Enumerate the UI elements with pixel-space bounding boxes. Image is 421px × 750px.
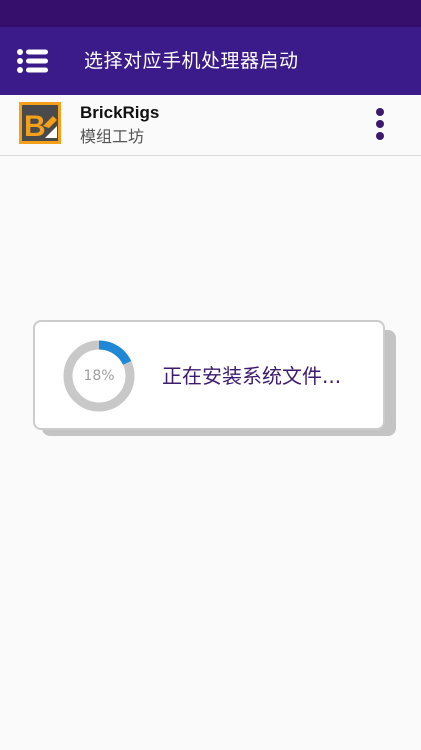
status-bar (0, 0, 421, 27)
more-vertical-icon (376, 108, 384, 140)
progress-percent: 18% (83, 368, 115, 384)
app-info-row[interactable]: B BrickRigs 模组工坊 (0, 95, 421, 156)
app-name: BrickRigs (80, 103, 160, 122)
menu-button[interactable] (14, 42, 52, 80)
svg-text:B: B (24, 110, 46, 143)
app-header: 选择对应手机处理器启动 (0, 27, 421, 95)
app-logo: B (19, 102, 61, 144)
app-subtitle: 模组工坊 (80, 127, 145, 146)
brickrigs-logo-icon: B (19, 102, 61, 144)
more-options-button[interactable] (370, 107, 390, 141)
loading-message: 正在安装系统文件... (162, 364, 342, 388)
loading-dialog: 18% 正在安装系统文件... (33, 320, 385, 430)
header-title: 选择对应手机处理器启动 (84, 50, 299, 72)
menu-list-icon (17, 49, 48, 73)
